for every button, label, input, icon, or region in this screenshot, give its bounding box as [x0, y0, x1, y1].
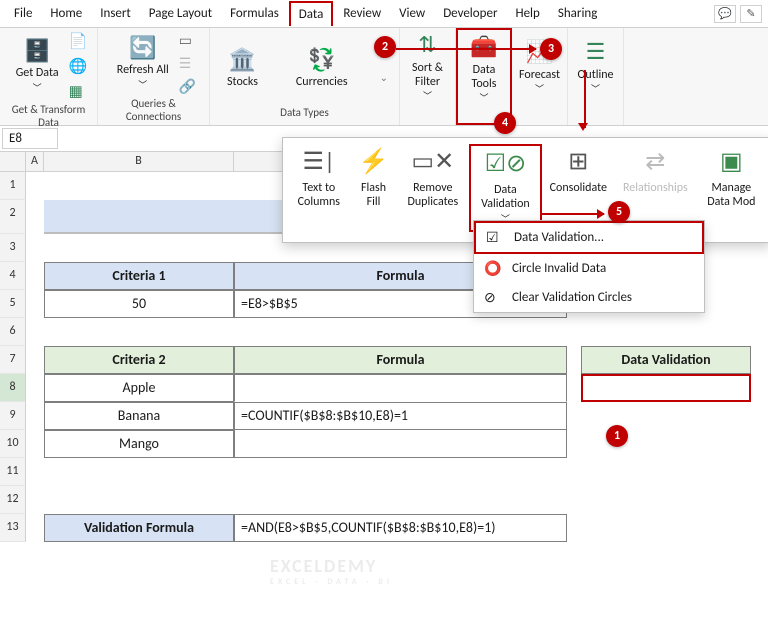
row-head[interactable]: 10 [0, 430, 26, 458]
outline-icon: ☰ [586, 39, 606, 65]
queries-icon[interactable]: ▭ [179, 32, 196, 49]
refresh-icon: 🔄 [129, 35, 156, 61]
row-head[interactable]: 11 [0, 458, 26, 486]
row-head[interactable]: 3 [0, 234, 26, 262]
tab-developer[interactable]: Developer [435, 2, 505, 25]
row-head[interactable]: 6 [0, 318, 26, 346]
group-label: Queries & Connections [104, 97, 203, 123]
step-marker-3: 3 [540, 38, 562, 60]
menubar: File Home Insert Page Layout Formulas Da… [0, 0, 768, 28]
consolidate-icon: ⊞ [568, 148, 588, 177]
select-all-corner[interactable] [0, 152, 26, 171]
criteria1-header[interactable]: Criteria 1 [44, 262, 234, 290]
sort-filter-button[interactable]: ⇅ Sort & Filter﹀ [406, 30, 449, 106]
data-tools-button[interactable]: 🧰 Data Tools﹀ [464, 32, 504, 108]
tab-data[interactable]: Data [289, 1, 334, 26]
tab-home[interactable]: Home [42, 2, 90, 25]
from-web-icon[interactable]: 🌐 [69, 57, 88, 76]
row-head[interactable]: 4 [0, 262, 26, 290]
tab-insert[interactable]: Insert [92, 2, 139, 25]
col-A[interactable]: A [26, 152, 44, 171]
row-head[interactable]: 7 [0, 346, 26, 374]
remove-duplicates-icon: ▭✕ [411, 148, 454, 177]
final-header[interactable]: Validation Formula [44, 514, 234, 542]
watermark: EXCELDEMYEXCEL · DATA · BI [270, 555, 393, 587]
arrow-4-5 [540, 213, 604, 215]
flash-fill-button[interactable]: ⚡Flash Fill [351, 144, 397, 232]
row-head[interactable]: 9 [0, 402, 26, 430]
criteria2-item[interactable]: Banana [44, 402, 234, 430]
formula-header-2[interactable]: Formula [234, 346, 567, 374]
step-marker-2: 2 [374, 36, 396, 58]
step-marker-5: 5 [608, 201, 630, 223]
tab-sharing[interactable]: Sharing [550, 2, 606, 25]
group-label: Data Types [280, 106, 329, 119]
row-head[interactable]: 13 [0, 514, 26, 542]
data-validation-menu: ☑︎Data Validation... ⭕Circle Invalid Dat… [473, 220, 705, 313]
data-validation-icon: ☑︎⊘ [485, 150, 527, 179]
criteria2-item[interactable]: Apple [44, 374, 234, 402]
tab-file[interactable]: File [6, 2, 40, 25]
text-to-columns-button[interactable]: ☰|Text to Columns [287, 144, 351, 232]
criteria1-value[interactable]: 50 [44, 290, 234, 318]
cell-E8[interactable] [581, 374, 751, 402]
sort-filter-icon: ⇅ [418, 32, 436, 58]
share-icon[interactable]: ✎ [740, 5, 762, 23]
criteria2-item[interactable]: Mango [44, 430, 234, 458]
currencies-icon: 💱 [308, 47, 335, 73]
tab-help[interactable]: Help [507, 2, 547, 25]
data-validation-icon: ☑︎ [486, 229, 506, 246]
tab-view[interactable]: View [391, 2, 433, 25]
tab-formulas[interactable]: Formulas [222, 2, 287, 25]
menu-circle-invalid[interactable]: ⭕Circle Invalid Data [474, 254, 704, 283]
data-validation-button[interactable]: ☑︎⊘Data Validation ﹀ [469, 144, 541, 232]
arrow-2-3 [396, 48, 536, 50]
step-marker-1: 1 [606, 425, 628, 447]
validation-header[interactable]: Data Validation [581, 346, 751, 374]
manage-data-model-button[interactable]: ▣Manage Data Mod [696, 144, 767, 232]
remove-duplicates-button[interactable]: ▭✕Remove Duplicates [396, 144, 469, 232]
row-head[interactable]: 12 [0, 486, 26, 514]
row-head[interactable]: 8 [0, 374, 26, 402]
row-head[interactable]: 5 [0, 290, 26, 318]
flash-fill-icon: ⚡ [359, 148, 389, 177]
col-B[interactable]: B [44, 152, 234, 171]
tab-page-layout[interactable]: Page Layout [141, 2, 220, 25]
stocks-button[interactable]: 🏛️ Stocks [221, 45, 264, 92]
get-data-button[interactable]: 🗄️ Get Data﹀ [10, 36, 65, 97]
from-text-icon[interactable]: 📄 [69, 32, 88, 51]
final-formula[interactable]: =AND(E8>$B$5,COUNTIF($B$8:$B$10,E8)=1) [234, 514, 567, 542]
group-label: Get & Transform Data [6, 103, 91, 129]
text-to-columns-icon: ☰| [303, 148, 336, 177]
menu-data-validation[interactable]: ☑︎Data Validation... [474, 221, 704, 254]
from-table-icon[interactable]: ▦ [69, 82, 88, 101]
outline-button[interactable]: ☰ Outline﹀ [571, 37, 619, 98]
edit-links-icon[interactable]: 🔗 [179, 78, 196, 95]
circle-invalid-icon: ⭕ [484, 260, 504, 277]
currencies-button[interactable]: 💱 Currencies [290, 45, 354, 92]
stocks-icon: 🏛️ [229, 47, 256, 73]
comments-icon[interactable]: 💬 [714, 5, 736, 23]
row-head[interactable]: 2 [0, 200, 26, 234]
tab-review[interactable]: Review [335, 2, 389, 25]
step-marker-4: 4 [494, 112, 516, 134]
get-data-icon: 🗄️ [23, 38, 50, 64]
criteria2-header[interactable]: Criteria 2 [44, 346, 234, 374]
menu-clear-circles[interactable]: ⊘Clear Validation Circles [474, 283, 704, 312]
criteria2-formula[interactable]: =COUNTIF($B$8:$B$10,E8)=1 [234, 402, 567, 430]
arrow-vert [584, 70, 586, 128]
relationships-icon: ⇄ [645, 148, 665, 177]
properties-icon[interactable]: ☰ [179, 55, 196, 72]
manage-data-model-icon: ▣ [720, 148, 743, 177]
name-box[interactable]: E8 [2, 128, 58, 149]
row-head[interactable]: 1 [0, 172, 26, 200]
refresh-all-button[interactable]: 🔄 Refresh All﹀ [111, 33, 175, 94]
clear-circles-icon: ⊘ [484, 289, 504, 306]
